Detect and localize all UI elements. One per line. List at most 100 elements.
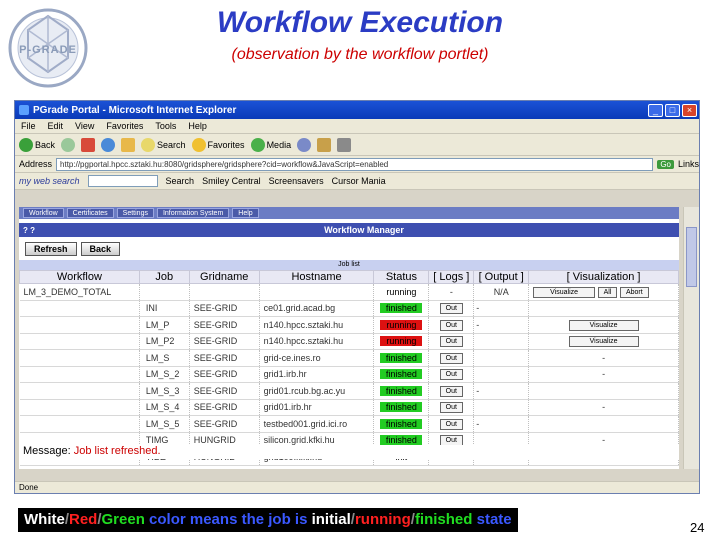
out-button[interactable]: Out — [439, 402, 463, 414]
search-toolbar-button[interactable]: Search — [141, 137, 186, 152]
media-toolbar-button[interactable]: Media — [250, 137, 291, 152]
web-search-input[interactable] — [87, 175, 158, 187]
grid-name: SEE-GRID — [189, 415, 260, 433]
col-hostname: Hostname — [258, 270, 375, 284]
table-row: LM_S_4 SEE-GRID grid01.irb.hr finished Out - — [19, 399, 679, 416]
output-cell: - — [473, 415, 530, 433]
back-button[interactable]: Back — [80, 242, 121, 256]
vertical-scrollbar[interactable] — [683, 207, 699, 469]
search-icon — [141, 137, 156, 152]
job-name: LM_S_2 — [139, 366, 190, 383]
out-button[interactable]: Out — [439, 303, 463, 315]
workflow-cell — [19, 300, 140, 317]
caption-running: running — [354, 511, 411, 528]
portlet-actions: Refresh Back — [19, 237, 679, 258]
table-header: Workflow Job Gridname Hostname Status [ … — [19, 270, 679, 284]
host-name: testbed001.grid.ici.ro — [259, 415, 375, 433]
maximize-button[interactable]: □ — [665, 103, 680, 117]
out-button[interactable]: Out — [439, 385, 463, 397]
search-link[interactable]: Search — [166, 176, 195, 186]
scroll-thumb[interactable] — [686, 227, 697, 287]
out-button[interactable]: Out — [439, 369, 463, 381]
workflow-status: running — [373, 283, 430, 301]
stop-icon[interactable] — [81, 137, 96, 152]
mail-icon[interactable] — [317, 137, 332, 152]
cursor-mania-link[interactable]: Cursor Mania — [332, 176, 386, 186]
visualize-button[interactable]: Visualize — [568, 319, 639, 331]
grid-name: SEE-GRID — [189, 300, 260, 317]
portlet-help-icons[interactable]: ? ? — [19, 226, 49, 235]
all-button[interactable]: All — [597, 286, 618, 298]
status-badge: running — [373, 333, 430, 350]
links-label[interactable]: Links — [678, 159, 699, 169]
status-badge: finished — [373, 415, 430, 433]
menu-tools[interactable]: Tools — [155, 121, 176, 131]
menu-edit[interactable]: Edit — [48, 121, 64, 131]
grid-name: SEE-GRID — [189, 333, 260, 350]
address-bar: Address Go Links — [15, 156, 699, 173]
col-gridname: Gridname — [188, 270, 260, 284]
back-toolbar-button[interactable]: Back — [19, 137, 55, 152]
home-icon[interactable] — [121, 137, 136, 152]
job-name: INI — [139, 300, 190, 317]
col-output: [ Output ] — [473, 270, 530, 284]
col-workflow: Workflow — [19, 270, 140, 284]
workflow-cell — [19, 349, 140, 367]
output-cell — [473, 349, 530, 367]
menu-bar: File Edit View Favorites Tools Help — [15, 119, 699, 134]
go-button[interactable]: Go — [657, 159, 674, 169]
viz-cell — [528, 382, 679, 400]
tab-certificates[interactable]: Certificates — [66, 208, 114, 218]
abort-button[interactable]: Abort — [619, 286, 649, 298]
address-input[interactable] — [56, 157, 654, 171]
favorites-toolbar-button[interactable]: Favorites — [191, 137, 245, 152]
workflow-viz-cell: Visualize All Abort — [528, 283, 679, 301]
refresh-button[interactable]: Refresh — [25, 242, 77, 256]
page-number: 24 — [690, 520, 705, 535]
refresh-icon[interactable] — [101, 137, 116, 152]
job-name: LM_P — [139, 316, 190, 334]
job-table: Workflow Job Gridname Hostname Status [ … — [19, 270, 679, 466]
smiley-central-link[interactable]: Smiley Central — [202, 176, 261, 186]
address-label: Address — [19, 159, 53, 169]
visualize-button[interactable]: Visualize — [568, 336, 639, 348]
status-badge: finished — [373, 399, 430, 416]
viz-cell: - — [528, 399, 679, 416]
logs-cell: Out — [428, 300, 475, 317]
status-badge: finished — [373, 349, 430, 367]
workflow-cell — [19, 333, 140, 350]
close-button[interactable]: × — [682, 103, 697, 117]
history-icon[interactable] — [297, 137, 312, 152]
minimize-button[interactable]: _ — [648, 103, 663, 117]
forward-arrow-icon[interactable] — [61, 137, 76, 152]
host-name: grid-ce.ines.ro — [259, 349, 375, 367]
portlet-header: ? ? Workflow Manager — [19, 223, 679, 237]
screensavers-link[interactable]: Screensavers — [269, 176, 324, 186]
tab-workflow[interactable]: Workflow — [23, 208, 64, 218]
my-web-search-label: my web search — [19, 176, 80, 186]
grid-name: SEE-GRID — [189, 382, 260, 400]
logs-cell: Out — [428, 399, 475, 416]
menu-help[interactable]: Help — [188, 121, 207, 131]
out-button[interactable]: Out — [439, 418, 463, 430]
output-cell — [473, 399, 530, 416]
col-job: Job — [138, 270, 190, 284]
browser-window: PGrade Portal - Microsoft Internet Explo… — [14, 100, 700, 494]
tab-help[interactable]: Help — [232, 208, 259, 218]
slide: P-GRADE Workflow Execution (observation … — [0, 0, 720, 540]
print-icon[interactable] — [337, 137, 352, 152]
tab-settings[interactable]: Settings — [116, 208, 154, 218]
job-name: LM_S_4 — [139, 399, 190, 416]
table-row: LM_S_2 SEE-GRID grid1.irb.hr finished Out - — [19, 366, 679, 383]
out-button[interactable]: Out — [439, 319, 463, 331]
tab-information-system[interactable]: Information System — [156, 208, 230, 218]
out-button[interactable]: Out — [439, 336, 463, 348]
out-button[interactable]: Out — [439, 352, 463, 364]
job-name: LM_S_3 — [139, 382, 190, 400]
menu-favorites[interactable]: Favorites — [106, 121, 143, 131]
status-badge: finished — [373, 382, 430, 400]
menu-view[interactable]: View — [75, 121, 94, 131]
workflow-name: LM_3_DEMO_TOTAL — [19, 283, 140, 301]
menu-file[interactable]: File — [21, 121, 36, 131]
visualize-all-button[interactable]: Visualize — [533, 286, 596, 298]
